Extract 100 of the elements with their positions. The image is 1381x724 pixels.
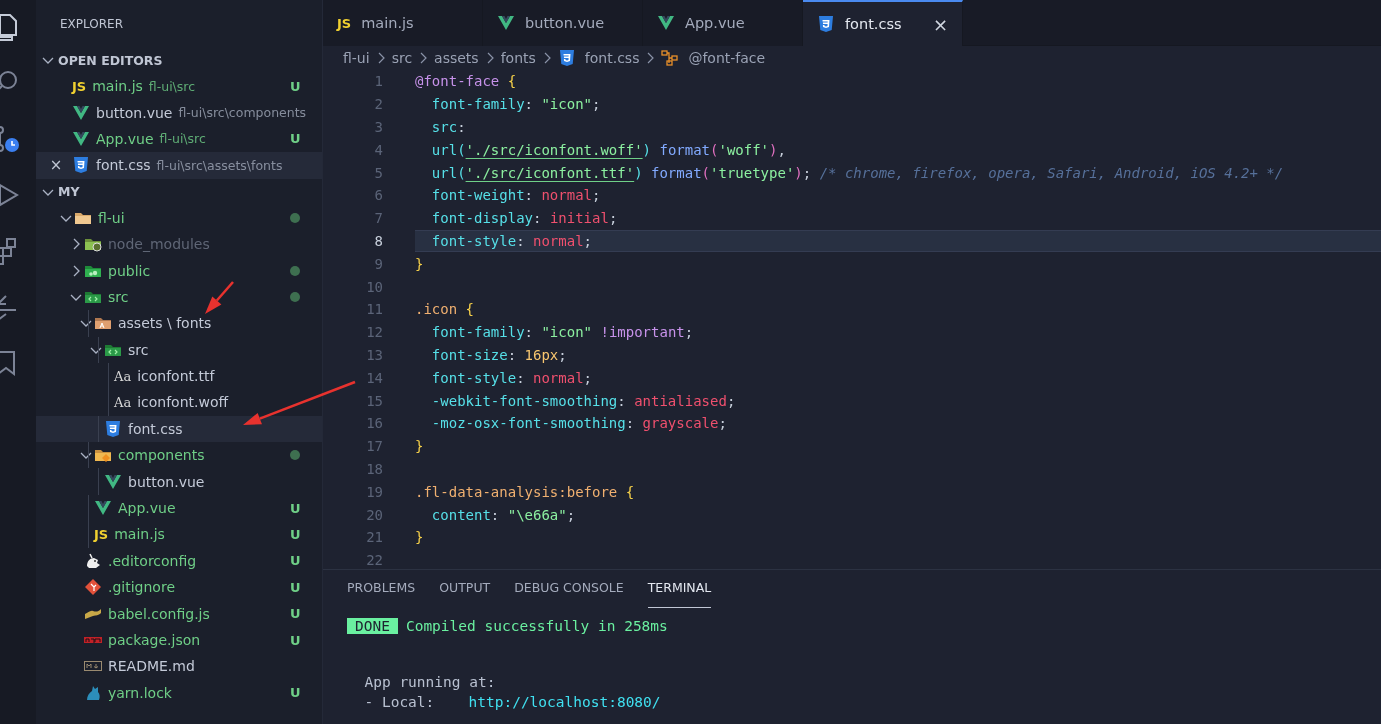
line-number: 16 bbox=[365, 415, 383, 432]
panel-tab[interactable]: DEBUG CONSOLE bbox=[514, 580, 624, 608]
file-name: README.md bbox=[108, 658, 195, 675]
file-name: babel.config.js bbox=[108, 605, 210, 622]
open-editor-item[interactable]: button.vue fl-ui\src\components bbox=[36, 99, 322, 126]
close-button[interactable]: × bbox=[48, 156, 64, 175]
file-item[interactable]: font.css bbox=[36, 415, 322, 443]
file-name: src bbox=[128, 341, 149, 358]
line-number: 22 bbox=[365, 552, 383, 569]
breadcrumb-item[interactable]: src bbox=[391, 50, 413, 66]
folder-item[interactable]: src bbox=[36, 336, 322, 363]
file-item[interactable]: Aa iconfont.woff bbox=[36, 389, 322, 416]
file-item[interactable]: package.json U bbox=[36, 626, 322, 654]
folder-item[interactable]: components bbox=[36, 442, 322, 469]
line-number: 13 bbox=[365, 346, 383, 363]
code-line: src: bbox=[430, 118, 467, 137]
file-item[interactable]: .editorconfig U bbox=[36, 547, 322, 575]
line-number: 1 bbox=[373, 73, 383, 90]
panel-tab[interactable]: TERMINAL bbox=[647, 580, 712, 608]
file-name: main.js bbox=[114, 526, 165, 543]
file-item[interactable]: yarn.lock U bbox=[36, 679, 322, 706]
file-name: font.css bbox=[96, 157, 151, 174]
code-line: url('./src/iconfont.woff') format('woff'), bbox=[430, 140, 787, 160]
line-number: 18 bbox=[365, 460, 383, 477]
font-file-glyph: Aa bbox=[114, 368, 132, 384]
terminal-text: Compiled successfully in 258ms bbox=[405, 618, 668, 634]
vue-logo-icon bbox=[72, 103, 90, 122]
file-name: .gitignore bbox=[108, 579, 175, 596]
editor-tab[interactable]: button.vue bbox=[483, 0, 643, 46]
line-number: 10 bbox=[365, 278, 383, 295]
file-name: button.vue bbox=[128, 473, 205, 490]
code-line: url('./src/iconfont.ttf') format('truetype'); /* chrome, firefox, opera, Safari, Android, iOS 4.2+ */ bbox=[430, 163, 1285, 183]
file-name: assets \ fonts bbox=[118, 315, 212, 332]
file-name: App.vue bbox=[118, 500, 176, 517]
git-status: U bbox=[290, 78, 302, 94]
vue-logo-icon bbox=[104, 472, 122, 491]
terminal-text: App running at: bbox=[363, 674, 496, 690]
panel-tab[interactable]: PROBLEMS bbox=[347, 580, 416, 608]
breadcrumb-item[interactable]: font.css bbox=[584, 50, 640, 66]
git-status: U bbox=[290, 131, 302, 147]
file-name: package.json bbox=[108, 632, 201, 648]
file-name: iconfont.ttf bbox=[137, 368, 215, 385]
vue-logo-icon bbox=[657, 14, 675, 32]
section-header[interactable]: MY bbox=[36, 178, 322, 205]
folder-item[interactable]: assets \ fonts bbox=[36, 310, 322, 337]
files-icon[interactable] bbox=[0, 12, 20, 42]
file-path: fl-ui\src bbox=[159, 131, 206, 147]
file-name: .editorconfig bbox=[108, 552, 197, 569]
panel-tab[interactable]: OUTPUT bbox=[439, 580, 491, 608]
css-file-icon bbox=[104, 419, 122, 438]
file-item[interactable]: App.vue U bbox=[36, 494, 322, 522]
file-item[interactable]: Aa iconfont.ttf bbox=[36, 362, 322, 390]
source-control-icon[interactable] bbox=[0, 124, 20, 154]
vue-logo-icon bbox=[497, 14, 515, 32]
code-line: font-family: "icon" !important; bbox=[430, 323, 695, 343]
file-item[interactable]: README.md bbox=[36, 653, 322, 680]
line-number: 19 bbox=[365, 483, 383, 500]
section-header[interactable]: OPEN EDITORS bbox=[36, 47, 322, 73]
open-editor-item[interactable]: App.vue fl-ui\src U bbox=[36, 125, 322, 153]
git-status: U bbox=[290, 632, 302, 648]
status-badge: DONE bbox=[347, 618, 398, 634]
line-number: 12 bbox=[365, 324, 383, 341]
open-editor-item[interactable]: × font.css fl-ui\src\assets\fonts bbox=[36, 152, 322, 179]
file-path: fl-ui\src\assets\fonts bbox=[156, 157, 283, 173]
line-number: 21 bbox=[365, 529, 383, 546]
annotation-arrow bbox=[205, 281, 234, 314]
file-name: yarn.lock bbox=[108, 684, 172, 701]
file-path: fl-ui\src bbox=[148, 78, 196, 94]
code-line: @font-face { bbox=[415, 72, 518, 92]
open-editor-item[interactable]: JS main.js fl-ui\src U bbox=[36, 73, 322, 100]
line-number: 4 bbox=[373, 141, 383, 158]
git-status: U bbox=[290, 606, 302, 622]
folder-item[interactable]: src bbox=[36, 283, 322, 311]
breadcrumb-item[interactable]: @font-face bbox=[688, 50, 766, 66]
breadcrumb-item[interactable]: fl-ui bbox=[343, 50, 370, 66]
breadcrumb-item[interactable]: fonts bbox=[500, 50, 536, 66]
code-line: } bbox=[415, 254, 425, 274]
file-item[interactable]: JS main.js U bbox=[36, 521, 322, 548]
code-line: font-style: normal; bbox=[430, 368, 594, 388]
code-line: font-weight: normal; bbox=[430, 186, 602, 206]
css-file-icon bbox=[817, 15, 835, 33]
line-number: 14 bbox=[365, 369, 383, 386]
file-item[interactable]: button.vue bbox=[36, 468, 322, 495]
file-item[interactable]: babel.config.js U bbox=[36, 600, 322, 627]
line-number: 2 bbox=[373, 96, 383, 113]
close-button[interactable]: × bbox=[932, 13, 948, 35]
folder-item[interactable]: public bbox=[36, 257, 322, 284]
line-number: 17 bbox=[365, 438, 383, 455]
editor-tab[interactable]: font.css × bbox=[803, 0, 963, 46]
code-line: font-size: 16px; bbox=[430, 345, 568, 365]
terminal-link[interactable]: http://localhost:8080/ bbox=[468, 694, 661, 710]
editor-tab[interactable]: JS main.js bbox=[323, 0, 483, 46]
folder-item[interactable]: fl-ui bbox=[36, 204, 322, 231]
code-line: -webkit-font-smoothing: antialiased; bbox=[430, 391, 737, 411]
breadcrumb-item[interactable]: assets bbox=[434, 50, 479, 66]
code-line: } bbox=[415, 437, 425, 457]
code-line: font-family: "icon"; bbox=[430, 95, 602, 115]
git-status: U bbox=[290, 685, 302, 701]
file-item[interactable]: .gitignore U bbox=[36, 574, 322, 601]
line-number: 6 bbox=[373, 187, 383, 204]
